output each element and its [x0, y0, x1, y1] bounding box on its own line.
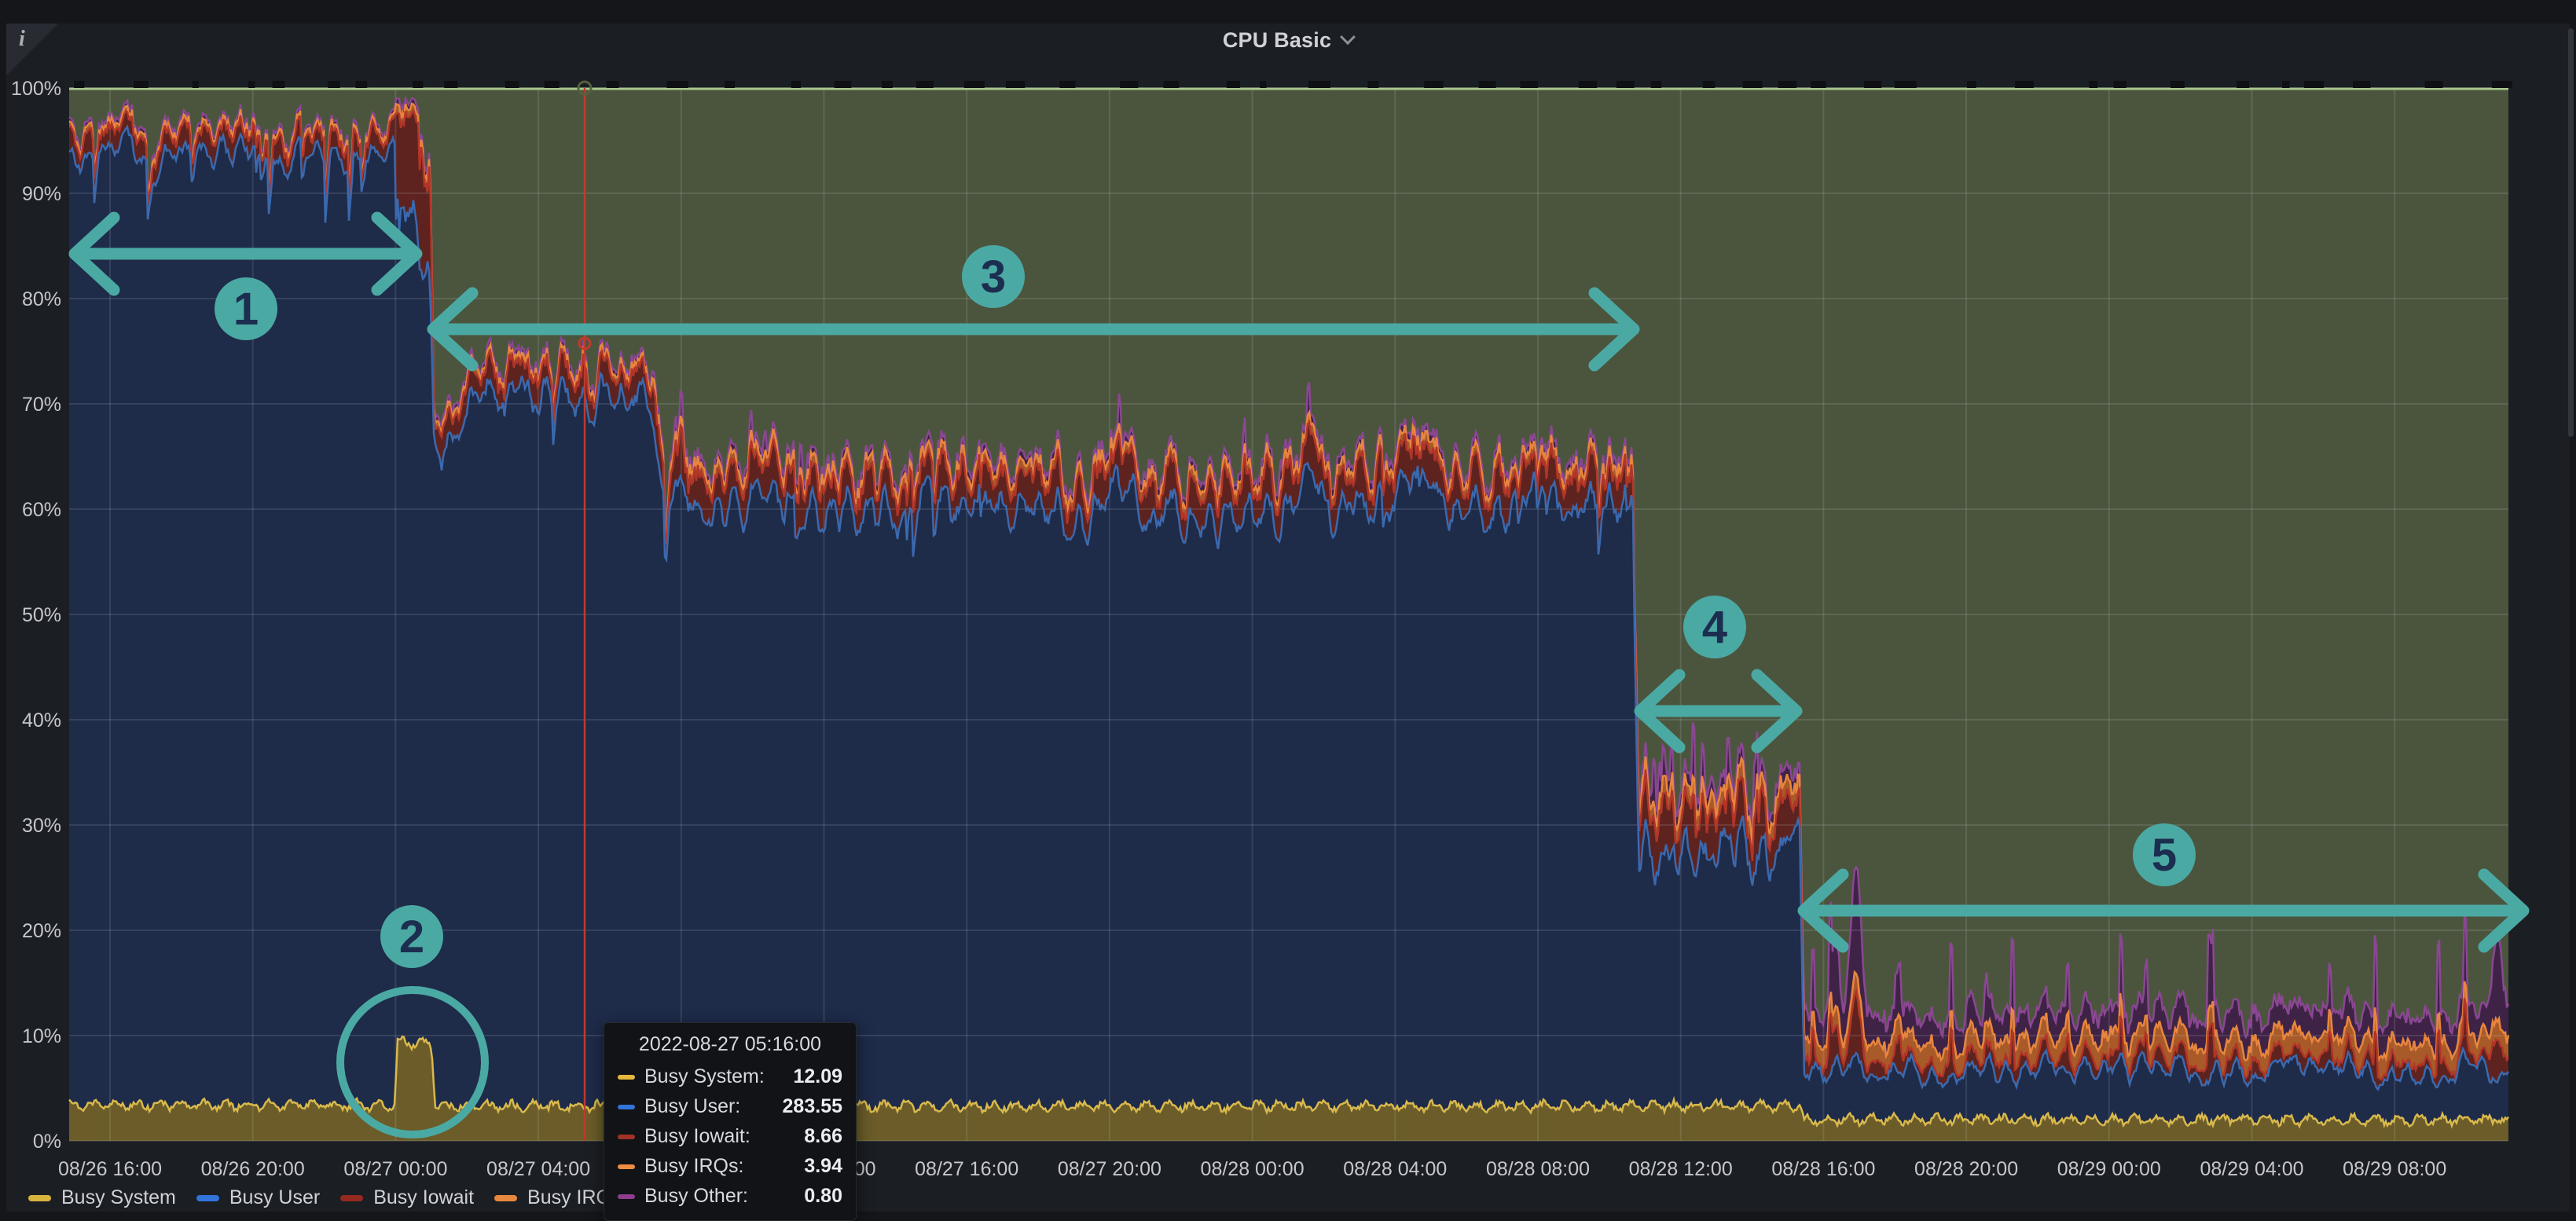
y-tick-label: 90% — [22, 183, 61, 205]
svg-text:2: 2 — [399, 911, 424, 962]
tooltip-series-label: Busy System: — [644, 1065, 793, 1088]
tooltip-row: Busy Other:0.80 — [618, 1185, 842, 1208]
tooltip-row: Busy Iowait:8.66 — [618, 1125, 842, 1148]
tooltip-row: Busy System:12.09 — [618, 1065, 842, 1088]
legend-label: Busy Iowait — [373, 1186, 474, 1209]
tooltip-swatch-icon — [618, 1135, 635, 1139]
tooltip-rows: Busy System:12.09 Busy User:283.55 Busy Io… — [618, 1065, 842, 1208]
annotation-badge-4: 4 — [1683, 596, 1746, 658]
tooltip-series-label: Busy Other: — [644, 1185, 804, 1208]
x-tick-label: 08/28 08:00 — [1486, 1158, 1590, 1180]
y-tick-label: 20% — [22, 920, 61, 942]
x-tick-label: 08/27 20:00 — [1058, 1158, 1161, 1180]
tooltip-row: Busy IRQs:3.94 — [618, 1155, 842, 1178]
y-tick-label: 0% — [33, 1131, 61, 1153]
legend-label: Busy User — [229, 1186, 320, 1209]
y-tick-label: 100% — [11, 78, 61, 100]
y-tick-label: 60% — [22, 499, 61, 521]
y-tick-label: 80% — [22, 288, 61, 310]
legend-swatch-icon — [494, 1195, 517, 1201]
x-tick-label: 08/29 08:00 — [2343, 1158, 2446, 1180]
legend: Busy System Busy User Busy Iowait Busy IRQs — [28, 1186, 622, 1209]
scrollbar[interactable] — [2568, 28, 2574, 1207]
tooltip-swatch-icon — [618, 1075, 635, 1080]
tooltip-swatch-icon — [618, 1194, 635, 1199]
y-tick-label: 50% — [22, 604, 61, 626]
x-tick-label: 08/28 20:00 — [1914, 1158, 2018, 1180]
legend-item[interactable]: Busy Iowait — [340, 1186, 474, 1209]
tooltip-swatch-icon — [618, 1164, 635, 1169]
svg-text:3: 3 — [981, 251, 1006, 302]
svg-text:5: 5 — [2152, 830, 2177, 881]
x-tick-label: 08/26 16:00 — [58, 1158, 162, 1180]
scrollbar-thumb[interactable] — [2568, 28, 2574, 437]
legend-item[interactable]: Busy IRQs — [494, 1186, 621, 1209]
y-tick-label: 70% — [22, 394, 61, 416]
tooltip-row: Busy User:283.55 — [618, 1095, 842, 1118]
x-tick-label: 08/27 04:00 — [486, 1158, 590, 1180]
x-tick-label: 08/29 00:00 — [2057, 1158, 2161, 1180]
tooltip-series-value: 3.94 — [804, 1155, 842, 1178]
tooltip-series-label: Busy User: — [644, 1095, 783, 1118]
tooltip-series-value: 8.66 — [804, 1125, 842, 1148]
legend-swatch-icon — [28, 1195, 51, 1201]
tooltip-swatch-icon — [618, 1105, 635, 1109]
annotation-badge-2: 2 — [380, 905, 443, 968]
x-tick-label: 08/27 16:00 — [915, 1158, 1018, 1180]
panel-title[interactable]: CPU Basic — [0, 28, 2576, 53]
y-tick-label: 40% — [22, 710, 61, 732]
annotation-badge-3: 3 — [962, 245, 1025, 308]
tooltip-series-value: 283.55 — [783, 1095, 842, 1118]
chevron-down-icon — [1340, 29, 1356, 45]
x-tick-label: 08/27 00:00 — [343, 1158, 447, 1180]
tooltip-series-label: Busy Iowait: — [644, 1125, 804, 1148]
y-tick-label: 10% — [22, 1025, 61, 1047]
y-tick-label: 30% — [22, 815, 61, 837]
x-tick-label: 08/28 16:00 — [1771, 1158, 1875, 1180]
x-tick-label: 08/28 00:00 — [1201, 1158, 1305, 1180]
panel-title-text: CPU Basic — [1223, 28, 1331, 52]
tooltip-timestamp: 2022-08-27 05:16:00 — [618, 1033, 842, 1056]
svg-text:1: 1 — [233, 284, 259, 335]
legend-label: Busy System — [61, 1186, 176, 1209]
tooltip-series-label: Busy IRQs: — [644, 1155, 804, 1178]
x-tick-label: 08/26 20:00 — [201, 1158, 305, 1180]
cpu-usage-chart[interactable]: 100% 90% 80% 70% 60% 50% 40% 30% 20% 10% 0% 08/26 1… — [0, 0, 2576, 1212]
legend-item[interactable]: Busy User — [196, 1186, 320, 1209]
top-notches — [74, 81, 2512, 88]
x-tick-label: 08/28 04:00 — [1343, 1158, 1447, 1180]
tooltip-series-value: 12.09 — [793, 1065, 842, 1088]
legend-swatch-icon — [196, 1195, 219, 1201]
annotation-badge-5: 5 — [2133, 823, 2196, 886]
x-tick-label: 08/28 12:00 — [1629, 1158, 1733, 1180]
x-tick-label: 08/29 04:00 — [2200, 1158, 2303, 1180]
tooltip-series-value: 0.80 — [804, 1185, 842, 1208]
svg-text:4: 4 — [1702, 602, 1727, 653]
annotation-badge-1: 1 — [215, 277, 277, 340]
legend-swatch-icon — [340, 1195, 363, 1201]
legend-item[interactable]: Busy System — [28, 1186, 176, 1209]
tooltip: 2022-08-27 05:16:00 Busy System:12.09Bus… — [604, 1022, 857, 1221]
panel-info-corner[interactable]: i — [6, 24, 58, 75]
info-icon: i — [19, 27, 25, 52]
